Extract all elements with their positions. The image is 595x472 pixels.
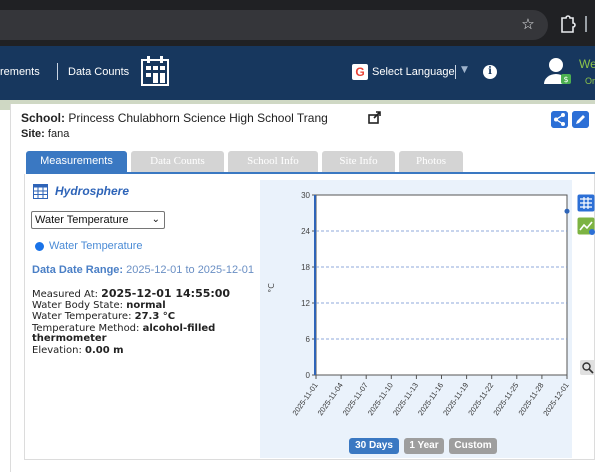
school-name: Princess Chulabhorn Science High School … [68,111,328,125]
water-temperature-chart: 0612182430°C2025-11-012025-11-042025-11-… [267,191,571,418]
water-temp-value: 27.3 °C [134,311,176,322]
school-label: School: [21,111,65,125]
site-line: Site: fana [21,128,69,140]
temp-method-value-2: thermometer [32,333,107,344]
user-account-icon[interactable]: $ [543,56,573,88]
custom-range-button[interactable]: Custom [449,438,497,454]
data-point [564,208,570,214]
y-tick-label: 12 [301,299,310,308]
table-grid-icon [33,184,48,199]
1-year-button[interactable]: 1 Year [404,438,444,454]
edit-icon[interactable] [572,111,589,128]
site-name: fana [47,128,70,140]
temp-method-value: alcohol-filled [142,323,216,334]
site-label: Site: [21,128,45,140]
tab-school-info[interactable]: School Info [228,151,318,172]
elevation-label: Elevation: [32,345,82,356]
y-axis-label: °C [267,283,276,293]
nav-measurements-link[interactable]: rements [0,66,40,78]
select-language-link[interactable]: Select Language [372,66,455,78]
language-dropdown-icon[interactable]: ▼ [461,65,468,75]
user-welcome-text: We [579,57,595,71]
data-counts-calendar-icon[interactable] [139,54,171,88]
water-body-label: Water Body State: [32,300,124,311]
chevron-down-icon: ⌄ [151,214,160,225]
add-chart-icon[interactable] [577,217,595,235]
temp-method-line-2: thermometer [32,333,107,344]
data-date-range: Data Date Range: 2025-12-01 to 2025-12-0… [32,264,254,276]
section-title: Hydrosphere [55,184,130,198]
water-temperature-radio-label[interactable]: Water Temperature [49,240,143,252]
parameter-select[interactable]: Water Temperature ⌄ [31,211,165,229]
y-tick-label: 18 [301,263,310,272]
tab-data-counts[interactable]: Data Counts [131,151,224,172]
y-tick-label: 24 [301,227,310,236]
table-view-icon[interactable] [577,194,595,212]
svg-text:$: $ [563,75,568,84]
school-line: School: Princess Chulabhorn Science High… [21,111,328,125]
elevation-line: Elevation: 0.00 m [32,345,124,356]
nav-divider [57,63,58,80]
date-range-value: 2025-12-01 to 2025-12-01 [126,264,254,276]
toolbar-divider [585,16,587,32]
star-icon[interactable]: ☆ [519,15,537,33]
measured-at-value: 2025-12-01 14:55:00 [101,287,231,300]
external-share-icon[interactable] [368,110,382,124]
x-tick-label: 2025-12-01 [541,381,570,418]
water-temperature-radio[interactable] [35,242,44,251]
puzzle-icon[interactable] [558,14,576,34]
user-org-text: Or [585,76,595,86]
zoom-icon[interactable] [580,360,595,375]
info-icon[interactable]: i [483,65,497,79]
measured-at-line: Measured At: 2025-12-01 14:55:00 [32,288,230,300]
water-body-line: Water Body State: normal [32,300,166,311]
tab-photos[interactable]: Photos [399,151,463,172]
30-days-button[interactable]: 30 Days [349,438,399,454]
plot-frame [315,194,568,376]
nav-data-counts-link[interactable]: Data Counts [68,66,129,78]
parameter-select-value: Water Temperature [35,214,129,226]
y-tick-label: 6 [306,335,311,344]
elevation-value: 0.00 m [85,345,124,356]
date-range-label: Data Date Range: [32,264,124,276]
tab-measurements[interactable]: Measurements [26,151,127,172]
share-icon[interactable] [551,111,568,128]
y-tick-label: 0 [306,371,311,380]
language-divider [455,65,456,79]
address-bar[interactable] [0,10,548,40]
measured-at-label: Measured At: [32,289,98,300]
water-temp-line: Water Temperature: 27.3 °C [32,311,175,322]
y-tick-label: 30 [301,191,310,200]
tab-site-info[interactable]: Site Info [322,151,395,172]
google-translate-icon[interactable]: G [352,64,368,80]
water-temp-label: Water Temperature: [32,311,132,322]
water-body-value: normal [126,300,166,311]
